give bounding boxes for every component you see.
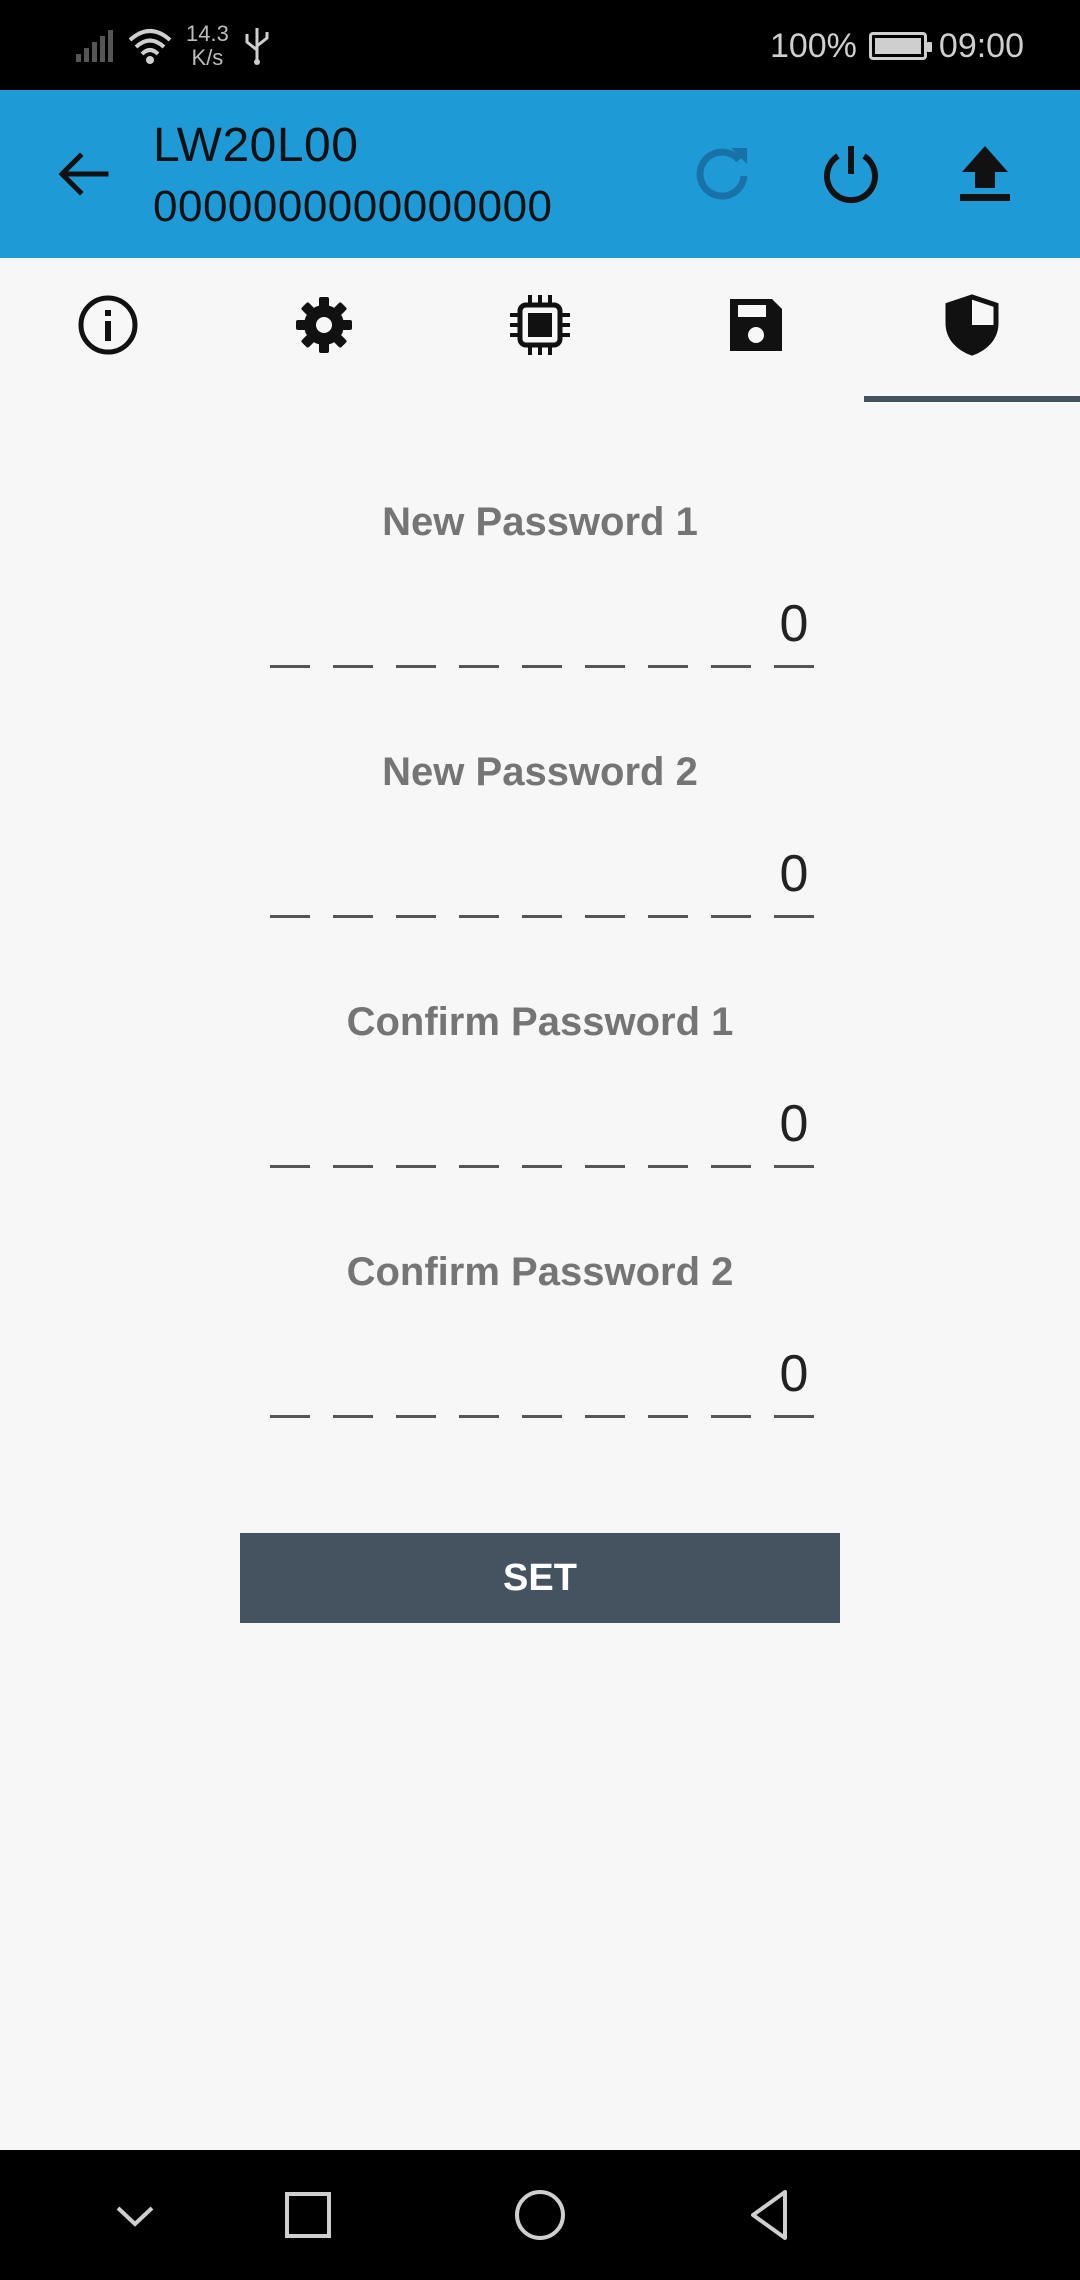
network-speed: 14.3 K/s bbox=[186, 22, 229, 70]
battery-percent: 100% bbox=[769, 26, 857, 65]
tab-save[interactable] bbox=[648, 258, 864, 402]
digit-box[interactable] bbox=[333, 590, 373, 668]
network-speed-unit: K/s bbox=[191, 45, 224, 70]
refresh-icon[interactable] bbox=[687, 138, 757, 208]
digit-box[interactable] bbox=[270, 840, 310, 918]
status-bar: 14.3 K/s 100% 09:00 bbox=[0, 0, 1080, 90]
digit-box[interactable] bbox=[711, 840, 751, 918]
back-triangle-icon[interactable] bbox=[735, 2180, 805, 2250]
digit-box[interactable] bbox=[585, 1340, 625, 1418]
tab-bar bbox=[0, 258, 1080, 402]
digit-box[interactable]: 0 bbox=[774, 1090, 814, 1168]
app-bar: LW20L00 0000000000000000 bbox=[0, 90, 1080, 258]
signal-icon bbox=[76, 30, 113, 62]
field-label: Confirm Password 2 bbox=[346, 1250, 734, 1294]
gear-icon bbox=[296, 297, 352, 353]
digit-box[interactable] bbox=[522, 840, 562, 918]
digit-box[interactable] bbox=[333, 1090, 373, 1168]
digit-box[interactable] bbox=[396, 590, 436, 668]
pin-input[interactable]: 0 bbox=[270, 840, 814, 918]
digit-box[interactable] bbox=[522, 1090, 562, 1168]
digit-box[interactable] bbox=[459, 590, 499, 668]
pin-input[interactable]: 0 bbox=[270, 1090, 814, 1168]
digit-box[interactable] bbox=[270, 1340, 310, 1418]
device-title: LW20L00 bbox=[153, 119, 359, 172]
digit-box[interactable] bbox=[648, 840, 688, 918]
battery-icon bbox=[868, 32, 932, 60]
upload-icon[interactable] bbox=[950, 138, 1020, 208]
field-label: New Password 1 bbox=[382, 500, 698, 544]
chip-icon bbox=[510, 295, 570, 355]
digit-box[interactable] bbox=[396, 840, 436, 918]
info-icon bbox=[78, 295, 138, 355]
digit-box[interactable] bbox=[711, 1090, 751, 1168]
digit-box[interactable] bbox=[396, 1340, 436, 1418]
digit-box[interactable] bbox=[585, 1090, 625, 1168]
digit-box[interactable] bbox=[333, 1340, 373, 1418]
digit-box[interactable]: 0 bbox=[774, 1340, 814, 1418]
device-id: 0000000000000000 bbox=[153, 182, 553, 231]
field-label: Confirm Password 1 bbox=[346, 1000, 734, 1044]
digit-box[interactable] bbox=[459, 1090, 499, 1168]
wifi-icon bbox=[128, 29, 172, 64]
digit-box[interactable] bbox=[648, 1090, 688, 1168]
network-speed-value: 14.3 bbox=[186, 21, 229, 46]
tab-settings[interactable] bbox=[216, 258, 432, 402]
pin-input[interactable]: 0 bbox=[270, 590, 814, 668]
field-label: New Password 2 bbox=[382, 750, 698, 794]
digit-box[interactable] bbox=[270, 590, 310, 668]
digit-box[interactable] bbox=[648, 590, 688, 668]
digit-box[interactable] bbox=[333, 840, 373, 918]
tab-selected-indicator bbox=[864, 396, 1080, 402]
status-right: 100% 09:00 bbox=[770, 22, 1024, 70]
power-icon[interactable] bbox=[816, 138, 886, 208]
clock: 09:00 bbox=[938, 26, 1024, 65]
battery-fill bbox=[874, 38, 921, 54]
tab-info[interactable] bbox=[0, 258, 216, 402]
digit-box[interactable] bbox=[522, 590, 562, 668]
digit-box[interactable]: 0 bbox=[774, 840, 814, 918]
digit-box[interactable] bbox=[459, 1340, 499, 1418]
digit-box[interactable] bbox=[711, 590, 751, 668]
tab-hardware[interactable] bbox=[432, 258, 648, 402]
set-button[interactable]: SET bbox=[240, 1533, 840, 1623]
status-left: 14.3 K/s bbox=[74, 18, 271, 74]
recents-icon[interactable] bbox=[273, 2180, 343, 2250]
system-nav-bar bbox=[0, 2150, 1080, 2280]
shield-icon bbox=[945, 294, 999, 356]
home-icon[interactable] bbox=[505, 2180, 575, 2250]
digit-box[interactable] bbox=[585, 840, 625, 918]
digit-box[interactable] bbox=[270, 1090, 310, 1168]
usb-icon bbox=[245, 28, 269, 65]
digit-box[interactable] bbox=[522, 1340, 562, 1418]
digit-box[interactable] bbox=[711, 1340, 751, 1418]
chevron-down-icon[interactable] bbox=[100, 2180, 170, 2250]
save-icon bbox=[730, 299, 782, 351]
back-arrow-icon[interactable] bbox=[52, 142, 116, 206]
digit-box[interactable] bbox=[585, 590, 625, 668]
pin-input[interactable]: 0 bbox=[270, 1340, 814, 1418]
digit-box[interactable] bbox=[648, 1340, 688, 1418]
digit-box[interactable] bbox=[396, 1090, 436, 1168]
digit-box[interactable]: 0 bbox=[774, 590, 814, 668]
digit-box[interactable] bbox=[459, 840, 499, 918]
tab-security[interactable] bbox=[864, 258, 1080, 402]
